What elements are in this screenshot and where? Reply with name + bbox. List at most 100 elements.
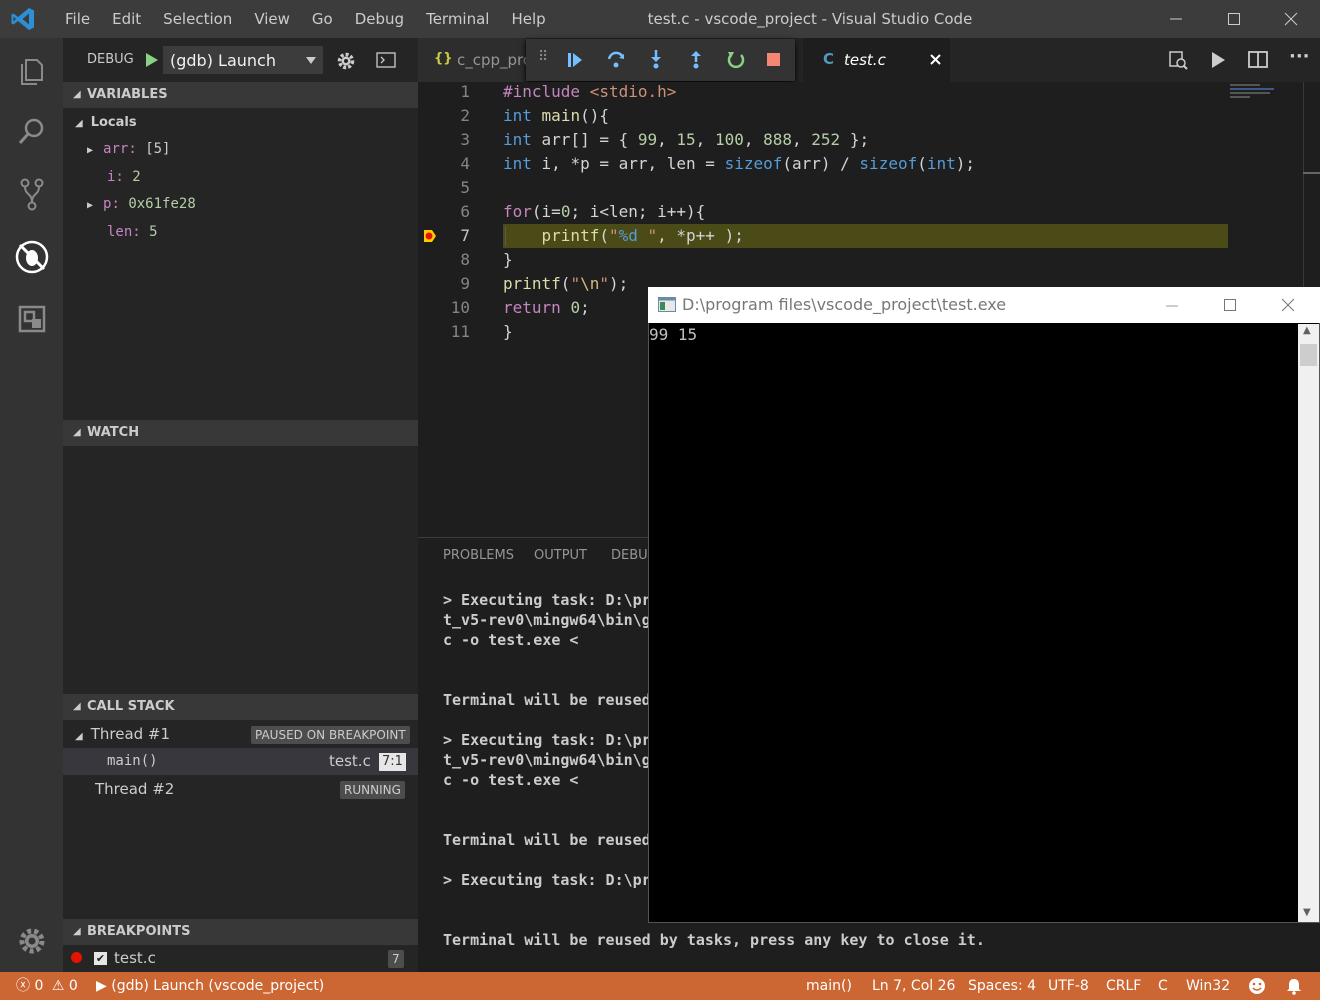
feedback-smiley-icon[interactable] [1248,977,1266,995]
watch-section-header[interactable]: ◢ WATCH [63,420,418,446]
console-scrollbar[interactable]: ▲ ▼ [1298,324,1319,922]
menu-selection[interactable]: Selection [152,0,243,38]
source-control-button[interactable] [0,163,63,225]
breakpoint-checkbox[interactable]: ✔ [94,952,107,965]
panel-tab-problems[interactable]: PROBLEMS [443,548,514,563]
json-file-icon: {} [434,51,453,66]
indentation-status[interactable]: Spaces: 4 [968,972,1036,1000]
current-function-status[interactable]: main() [806,972,852,1000]
menu-help[interactable]: Help [500,0,556,38]
scroll-up-icon[interactable]: ▲ [1303,325,1311,336]
terminal-line: t_v5-rev0\mingw64\bin\g [443,751,651,769]
frame-name: main() [107,753,158,769]
scroll-down-icon[interactable]: ▼ [1303,907,1311,918]
variable-value: 2 [132,169,141,185]
line-number: 8 [460,250,470,269]
maximize-icon[interactable] [1223,298,1237,312]
tab-c-cpp-properties[interactable]: {} c_cpp_pro [418,38,532,82]
call-stack-section-header[interactable]: ◢ CALL STACK [63,694,418,720]
open-changes-icon[interactable] [1168,50,1188,70]
tab-test-c[interactable]: C test.c [803,38,950,82]
search-button[interactable] [0,100,63,162]
menu-edit[interactable]: Edit [101,0,152,38]
platform-status[interactable]: Win32 [1186,972,1230,1000]
language-status[interactable]: C [1158,972,1168,1000]
drag-handle-icon[interactable]: ⠿ [538,49,548,65]
terminal-line: Terminal will be reused [443,691,651,709]
explorer-button[interactable] [0,40,63,102]
manage-button[interactable] [0,910,63,972]
gear-icon[interactable] [336,51,356,71]
maximize-button[interactable] [1205,0,1263,38]
eol-status[interactable]: CRLF [1106,972,1141,1000]
thread-row[interactable]: ◢ Thread #1 PAUSED ON BREAKPOINT [63,721,418,748]
thread-name: Thread #2 [95,780,175,798]
thread-row[interactable]: Thread #2 RUNNING [63,776,418,803]
step-into-icon[interactable] [646,49,666,69]
close-icon[interactable] [930,54,941,65]
notifications-bell-icon[interactable] [1285,977,1303,995]
more-actions-icon[interactable]: ··· [1289,46,1310,67]
error-count: 0 [34,978,44,994]
cursor-position-status[interactable]: Ln 7, Col 26 [872,972,955,1000]
code-line: int i, *p = arr, len = sizeof(arr) / siz… [503,154,976,173]
variable-row[interactable]: ▶ p: 0x61fe28 [63,191,418,218]
menu-go[interactable]: Go [301,0,344,38]
line-number: 4 [460,154,470,173]
problems-status[interactable]: ⓧ 0 ⚠ 0 [16,972,78,1000]
menu-view[interactable]: View [243,0,301,38]
breakpoint-row[interactable]: ✔ test.c 7 [63,945,418,972]
code-line: printf("%d ", *p++ ); [541,226,744,245]
debug-console-icon[interactable] [376,52,396,68]
terminal-line: > Executing task: D:\pr [443,731,651,749]
code-line: #include <stdio.h> [503,82,677,101]
debug-config-value: (gdb) Launch [170,51,276,70]
expand-icon: ▶ [87,145,94,156]
menu-debug[interactable]: Debug [344,0,415,38]
restart-icon[interactable] [726,49,746,69]
continue-icon[interactable] [566,51,584,69]
console-title-bar[interactable]: D:\program files\vscode_project\test.exe [648,287,1320,323]
debug-target-status[interactable]: ▶ (gdb) Launch (vscode_project) [96,972,324,1000]
breakpoints-section-header[interactable]: ◢ BREAKPOINTS [63,919,418,945]
editor-scrollbar[interactable] [1303,82,1304,287]
split-editor-icon[interactable] [1248,51,1268,69]
variable-value: 0x61fe28 [128,196,196,212]
menu-file[interactable]: File [54,0,101,38]
run-icon[interactable] [1210,51,1226,69]
close-button[interactable] [1262,0,1320,38]
menu-terminal[interactable]: Terminal [415,0,500,38]
title-bar: File Edit Selection View Go Debug Termin… [0,0,1320,38]
close-icon[interactable] [1281,298,1295,312]
terminal-line: Terminal will be reused by tasks, press … [443,931,985,949]
minimize-button[interactable] [1147,0,1205,38]
stack-frame-row[interactable]: main() test.c 7:1 [63,748,418,775]
terminal-line: t_v5-rev0\mingw64\bin\g [443,611,651,629]
step-over-icon[interactable] [606,49,626,69]
breakpoint-line-badge: 7 [388,950,404,968]
debug-config-select[interactable]: (gdb) Launch [163,46,323,74]
debug-button[interactable] [0,226,63,288]
encoding-status[interactable]: UTF-8 [1048,972,1089,1000]
breakpoint-current-icon[interactable] [423,228,437,244]
panel-tab-output[interactable]: OUTPUT [534,548,587,563]
minimize-icon[interactable] [1165,299,1179,313]
step-out-icon[interactable] [686,49,706,69]
locals-scope[interactable]: ◢ Locals [63,109,418,136]
start-debug-icon[interactable] [145,52,159,68]
scroll-thumb[interactable] [1300,344,1317,366]
variables-title: VARIABLES [87,87,168,102]
variables-section-header[interactable]: ◢ VARIABLES [63,82,418,108]
variable-row[interactable]: ▶ arr: [5] [63,136,418,163]
variable-row[interactable]: len: 5 [63,219,418,246]
c-file-icon: C [823,50,835,68]
console-output: 99 15 [649,325,698,344]
extensions-button[interactable] [0,288,63,350]
stop-icon[interactable] [766,52,781,67]
line-number: 5 [460,178,470,197]
collapse-icon: ◢ [75,731,83,742]
collapse-icon: ◢ [73,89,81,100]
variable-row[interactable]: i: 2 [63,164,418,191]
minimap[interactable] [1230,84,1280,104]
console-window[interactable] [648,287,1320,923]
